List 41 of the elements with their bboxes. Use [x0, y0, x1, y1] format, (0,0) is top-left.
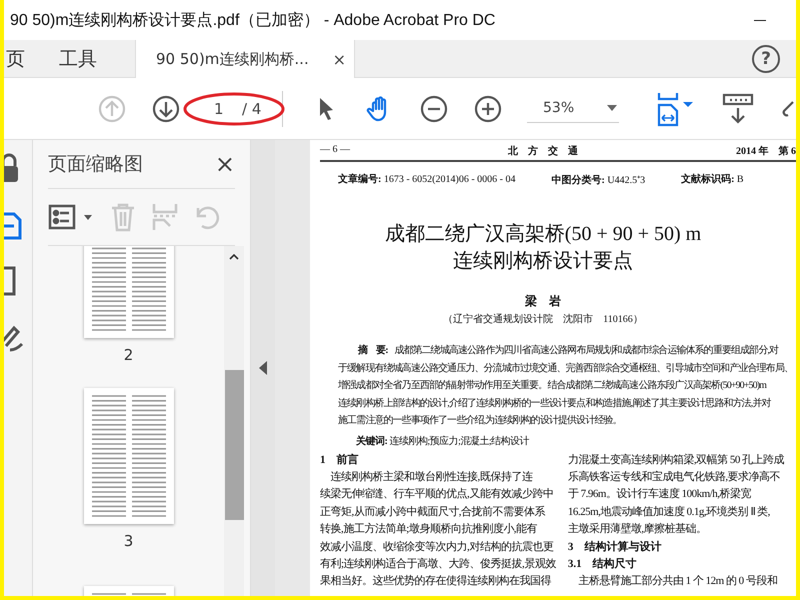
close-panel-button[interactable]: ×	[214, 150, 235, 178]
help-button[interactable]: ?	[752, 44, 780, 72]
close-tab-button[interactable]: ×	[332, 50, 346, 68]
page-count: / 4	[242, 100, 262, 118]
window-title: 90 50)m连续刚构桥设计要点.pdf（已加密） - Adobe Acrobat Pro DC	[10, 10, 496, 30]
scrollbar-thumb[interactable]	[224, 370, 244, 520]
zoom-dropdown[interactable]: 53%	[527, 94, 619, 123]
body-paragraph: 主桥悬臂施工部分共由 1 个 12m 的 0 号段和	[577, 574, 778, 590]
scroll-up-icon[interactable]	[229, 254, 239, 260]
next-page-icon[interactable]	[152, 94, 180, 122]
body-paragraph: 力混凝土变高连续刚构箱梁,双幅第 50 孔上跨成 乐高铁客运专线和宝成电气化铁路,要求净高不 于 7.96m。设计行车速度 100km/h,桥梁宽 16.25m,地震动峰值加速度 0.1g,环境类别 Ⅱ 类, 主墩采用薄壁墩,摩擦桩基础。	[568, 452, 784, 538]
panel-title: 页面缩略图	[48, 152, 143, 177]
article-meta: 文献标识码: B	[681, 172, 744, 187]
zoom-out-icon[interactable]	[419, 94, 449, 124]
journal-name: 北 方 交 通	[508, 144, 578, 158]
body-paragraph: 连续刚构桥主梁和墩台刚性连接,既保持了连 续梁无伸缩缝、行车平顺的优点,又能有效减少跨中 正弯矩,从而减小跨中截面尺寸,合拢前不需要体系 转换,施工方法简单;墩身顺桥向抗推刚度小,能有 效减小温度、收缩徐变等次内力,对结构的抗震也更 有利;连续刚构适合于高墩、大跨、俊秀挺拔,景观效 果相当好。这些优势的存在使得连续刚构在我国得	[320, 470, 556, 590]
article-author: 梁 岩	[525, 293, 561, 310]
section-heading: 3.1 结构尺寸	[568, 556, 637, 572]
article-title: 成都二绕广汉高架桥(50 + 90 + 50) m	[384, 222, 702, 247]
collapse-panel-icon[interactable]	[259, 361, 267, 375]
article-meta: 文章编号: 1673 - 6052(2014)06 - 0006 - 04	[338, 172, 516, 187]
document-tab[interactable]: 90 50)m连续刚构桥... ×	[135, 40, 355, 78]
zoom-in-icon[interactable]	[473, 94, 503, 124]
page-number-field[interactable]: 1	[214, 100, 234, 118]
nav-tab[interactable]: 工具	[57, 40, 107, 77]
abstract-paragraph: 摘 要: 成都第二绕城高速公路作为四川省高速公路网布局规划和成都市综合运输体系的重要组成部分,对 于缓解现有绕城高速公路交通压力、分流城市过境交通、完善西部综合交通枢纽、引导城市空间和产业合理布局、 增强成都对全省乃至西部的辐射带动作用至关重要。结合成都第二绕城高速公路东段广汉高架桥(50+90+50)m 连续刚构桥上部结构的设计,介绍了连续刚构桥的一些设计要点和构造措施,阐述了其主要设计思路和方法,并对 施工需注意的一些事项作了一些介绍,为连续刚构的设计提供设计经验。	[338, 343, 794, 428]
page-thumbnail[interactable]	[84, 388, 174, 524]
section-heading: 1 前言	[320, 452, 358, 468]
page-number-label: 3	[124, 532, 134, 550]
author-affiliation: （辽宁省交通规划设计院 沈阳市 110166）	[443, 312, 643, 326]
caret-icon	[607, 105, 617, 111]
nav-tab[interactable]: 页	[4, 40, 35, 77]
keywords-line: 关键词: 连续刚构;预应力;混凝土;结构设计	[356, 434, 530, 448]
read-mode-icon[interactable]	[721, 92, 755, 126]
article-title: 连续刚构桥设计要点	[453, 249, 633, 274]
issue-label: 2014 年 第 6	[736, 144, 796, 158]
scrollbar[interactable]	[224, 246, 244, 596]
page-header-number: — 6 —	[320, 144, 350, 157]
page-number-label: 2	[124, 346, 134, 364]
section-heading: 3 结构计算与设计	[568, 540, 662, 555]
article-meta: 中图分类号: U442.5⁺3	[552, 174, 646, 187]
